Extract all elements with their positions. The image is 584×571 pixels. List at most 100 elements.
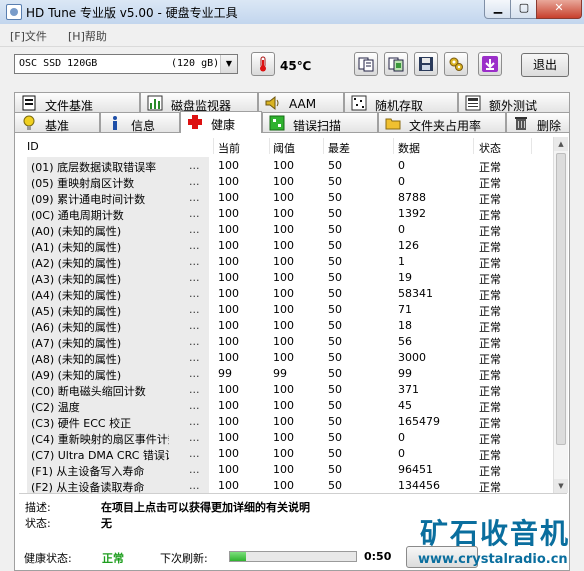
- tab-file-benchmark[interactable]: 文件基准: [14, 92, 140, 113]
- table-row[interactable]: (0C) 通电周期计数... 100 100 50 1392 正常: [19, 205, 555, 222]
- copy-info-button[interactable]: [354, 52, 378, 76]
- table-row[interactable]: (09) 累计通电时间计数... 100 100 50 8788 正常: [19, 189, 555, 206]
- smart-table[interactable]: ID 当前 阈值 最差 数据 状态 (01) 底层数据读取错误率... 100 10…: [19, 137, 555, 493]
- table-row[interactable]: (C2) 温度... 100 100 50 45 正常: [19, 397, 555, 414]
- cell-thr: 99: [273, 367, 287, 380]
- scroll-up-icon[interactable]: ▲: [554, 137, 568, 151]
- cell-worst: 50: [328, 175, 342, 188]
- menu-file[interactable]: [F]文件: [10, 28, 47, 44]
- table-row[interactable]: (C0) 断电磁头缩回计数... 100 100 50 371 正常: [19, 381, 555, 398]
- minimize-button[interactable]: ▁: [484, 0, 512, 19]
- cell-thr: 100: [273, 431, 294, 444]
- scroll-down-icon[interactable]: ▼: [554, 479, 568, 493]
- ellipsis-icon: ...: [189, 335, 200, 348]
- tab-benchmark[interactable]: 基准: [14, 112, 100, 133]
- table-row[interactable]: (A0) (未知的属性)... 100 100 50 0 正常: [19, 221, 555, 238]
- table-row[interactable]: (A4) (未知的属性)... 100 100 50 58341 正常: [19, 285, 555, 302]
- close-button[interactable]: ✕: [536, 0, 582, 19]
- ellipsis-icon: ...: [189, 431, 200, 444]
- cell-cur: 100: [218, 159, 239, 172]
- vertical-scrollbar[interactable]: ▲ ▼: [553, 137, 568, 493]
- column-header-worst[interactable]: 最差: [328, 140, 350, 155]
- watermark-url: www.crystalradio.cn: [418, 552, 568, 567]
- save-button[interactable]: [414, 52, 438, 76]
- table-row[interactable]: (A8) (未知的属性)... 100 100 50 3000 正常: [19, 349, 555, 366]
- cell-cur: 100: [218, 415, 239, 428]
- column-header-threshold[interactable]: 阈值: [273, 140, 295, 155]
- cell-cur: 100: [218, 335, 239, 348]
- cell-thr: 100: [273, 463, 294, 476]
- cell-data: 96451: [398, 463, 433, 476]
- table-row[interactable]: (A2) (未知的属性)... 100 100 50 1 正常: [19, 253, 555, 270]
- cell-data: 58341: [398, 287, 433, 300]
- drive-select[interactable]: OSC SSD 120GB (120 gB) ▼: [14, 54, 238, 74]
- chevron-down-icon[interactable]: ▼: [220, 55, 237, 73]
- table-row[interactable]: (F2) 从主设备读取寿命... 100 100 50 134456 正常: [19, 477, 555, 493]
- tab-aam[interactable]: AAM: [258, 92, 344, 112]
- tab-extra-tests[interactable]: 额外测试: [458, 92, 570, 113]
- scroll-thumb[interactable]: [556, 153, 566, 445]
- ellipsis-icon: ...: [189, 191, 200, 204]
- table-row[interactable]: (A5) (未知的属性)... 100 100 50 71 正常: [19, 301, 555, 318]
- table-row[interactable]: (A7) (未知的属性)... 100 100 50 56 正常: [19, 333, 555, 350]
- extra-tests-icon: [465, 95, 481, 111]
- column-header-data[interactable]: 数据: [398, 140, 420, 155]
- cell-cur: 100: [218, 303, 239, 316]
- table-row[interactable]: (05) 重映射扇区计数... 100 100 50 0 正常: [19, 173, 555, 190]
- cell-data: 18: [398, 319, 412, 332]
- cell-thr: 100: [273, 191, 294, 204]
- watermark-text: 矿石收音机: [420, 517, 571, 550]
- cell-worst: 50: [328, 223, 342, 236]
- column-header-current[interactable]: 当前: [218, 140, 240, 155]
- refresh-progress-bar: [229, 551, 357, 562]
- options-button[interactable]: [444, 52, 468, 76]
- table-row[interactable]: (A1) (未知的属性)... 100 100 50 126 正常: [19, 237, 555, 254]
- cell-thr: 100: [273, 303, 294, 316]
- next-refresh-label: 下次刷新:: [160, 552, 208, 565]
- menu-help[interactable]: [H]帮助: [68, 28, 107, 44]
- cell-cur: 100: [218, 191, 239, 204]
- thermometer-button[interactable]: [251, 52, 275, 76]
- cell-worst: 50: [328, 431, 342, 444]
- tab-error-scan[interactable]: 错误扫描: [262, 112, 378, 133]
- copy-screenshot-button[interactable]: [384, 52, 408, 76]
- table-row[interactable]: (A9) (未知的属性)... 99 99 50 99 正常: [19, 365, 555, 382]
- tab-health[interactable]: 健康: [180, 111, 262, 133]
- cell-thr: 100: [273, 207, 294, 220]
- table-row[interactable]: (C3) 硬件 ECC 校正... 100 100 50 165479 正常: [19, 413, 555, 430]
- floppy-disk-icon: [419, 57, 433, 71]
- tab-folder-usage[interactable]: 文件夹占用率: [378, 112, 506, 133]
- cell-cur: 100: [218, 399, 239, 412]
- table-row[interactable]: (A6) (未知的属性)... 100 100 50 18 正常: [19, 317, 555, 334]
- app-icon: [6, 4, 22, 20]
- column-header-status[interactable]: 状态: [479, 140, 501, 155]
- table-row[interactable]: (01) 底层数据读取错误率... 100 100 50 0 正常: [19, 157, 555, 174]
- info-icon: [113, 116, 117, 130]
- table-row[interactable]: (C4) 重新映射的扇区事件计数... 100 100 50 0 正常: [19, 429, 555, 446]
- health-status-value: 正常: [102, 552, 124, 565]
- exit-button[interactable]: 退出: [521, 53, 569, 77]
- table-row[interactable]: (C7) Ultra DMA CRC 错误计数...100100500正常: [19, 445, 555, 462]
- drive-name: OSC SSD 120GB: [19, 58, 98, 69]
- cell-thr: 100: [273, 287, 294, 300]
- cell-data: 134456: [398, 479, 440, 492]
- download-button[interactable]: [478, 52, 502, 76]
- tab-random-access[interactable]: 随机存取: [344, 92, 458, 113]
- attribute-name-cell: (F2) 从主设备读取寿命...: [27, 477, 209, 493]
- ellipsis-icon: ...: [189, 415, 200, 428]
- tab-erase[interactable]: 删除: [506, 112, 570, 133]
- attribute-name-cell: (C2) 温度...: [27, 397, 209, 414]
- table-row[interactable]: (A3) (未知的属性)... 100 100 50 19 正常: [19, 269, 555, 286]
- ellipsis-icon: ...: [189, 255, 200, 268]
- ellipsis-icon: ...: [189, 367, 200, 380]
- tab-disk-monitor[interactable]: 磁盘监视器: [140, 92, 258, 113]
- column-header-id[interactable]: ID: [27, 140, 39, 154]
- maximize-button[interactable]: ▢: [510, 0, 538, 19]
- table-row[interactable]: (F1) 从主设备写入寿命... 100 100 50 96451 正常: [19, 461, 555, 478]
- tab-info[interactable]: 信息: [100, 112, 180, 133]
- ellipsis-icon: ...: [189, 159, 200, 172]
- thermometer-icon: [260, 56, 266, 72]
- menu-bar: [F]文件 [H]帮助: [0, 24, 584, 47]
- attribute-name-cell: (A8) (未知的属性)...: [27, 349, 209, 366]
- cell-thr: 100: [273, 255, 294, 268]
